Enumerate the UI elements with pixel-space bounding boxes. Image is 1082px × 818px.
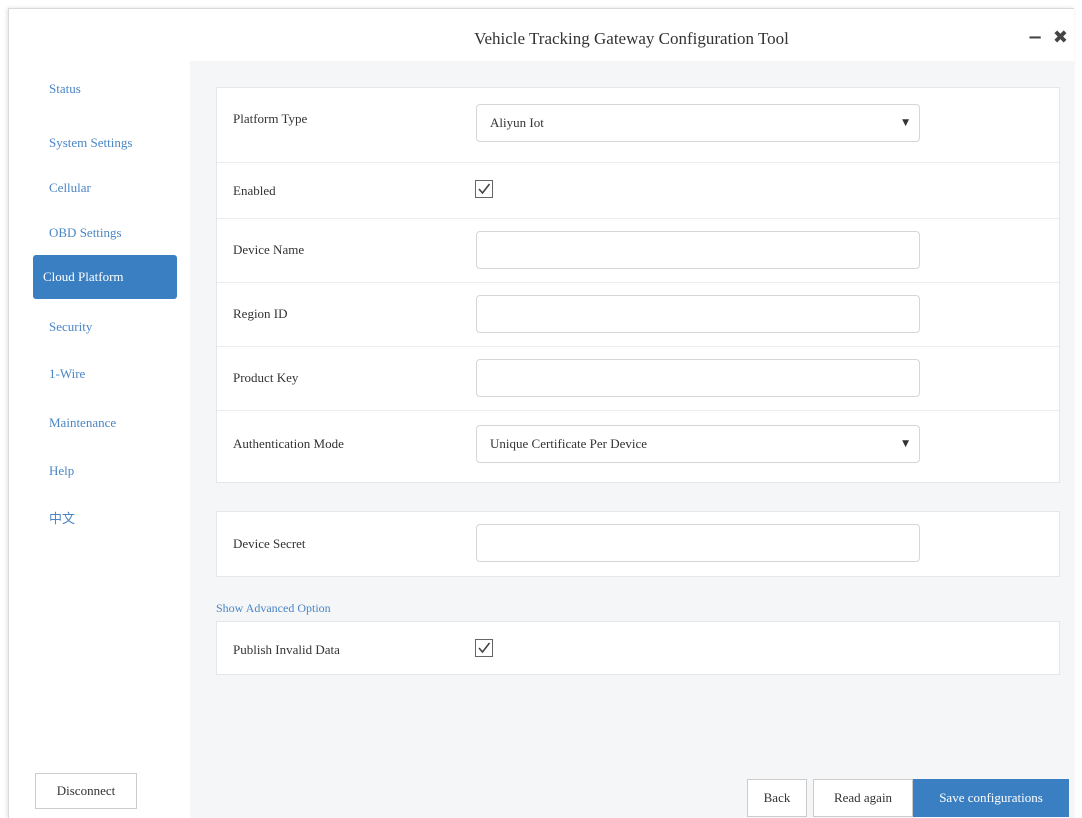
config-panel: Platform Type Aliyun Iot ▼ Enabled Devic… <box>216 87 1060 483</box>
window-title: Vehicle Tracking Gateway Configuration T… <box>474 29 789 48</box>
sidebar-item-language[interactable]: 中文 <box>33 497 177 541</box>
checkmark-icon <box>478 642 491 654</box>
product-key-row: Product Key <box>217 347 1059 411</box>
minimize-icon[interactable]: − <box>1028 27 1045 48</box>
window-controls: − ✖ <box>1028 27 1070 48</box>
auth-mode-label: Authentication Mode <box>233 436 344 451</box>
sidebar-item-1-wire[interactable]: 1-Wire <box>33 352 177 396</box>
product-key-label: Product Key <box>233 370 299 385</box>
platform-type-label: Platform Type <box>233 111 308 126</box>
device-secret-panel: Device Secret <box>216 511 1060 577</box>
title-bar[interactable]: Vehicle Tracking Gateway Configuration T… <box>9 9 1074 61</box>
checkmark-icon <box>478 183 491 195</box>
sidebar-item-cloud-platform[interactable]: Cloud Platform <box>33 255 177 299</box>
device-name-label: Device Name <box>233 242 305 257</box>
save-configurations-button[interactable]: Save configurations <box>913 779 1069 817</box>
enabled-label: Enabled <box>233 183 276 198</box>
region-id-row: Region ID <box>217 283 1059 347</box>
caret-down-icon: ▼ <box>902 439 909 449</box>
sidebar-item-maintenance[interactable]: Maintenance <box>33 401 177 445</box>
publish-invalid-label: Publish Invalid Data <box>233 642 340 657</box>
device-name-input[interactable] <box>476 231 920 269</box>
product-key-input[interactable] <box>476 359 920 397</box>
device-secret-label: Device Secret <box>233 536 306 551</box>
advanced-panel: Publish Invalid Data <box>216 621 1060 675</box>
sidebar-item-obd-settings[interactable]: OBD Settings <box>33 211 177 255</box>
show-advanced-option-link[interactable]: Show Advanced Option <box>216 601 331 616</box>
sidebar: Status System Settings Cellular OBD Sett… <box>9 61 189 818</box>
sidebar-item-status[interactable]: Status <box>33 67 177 111</box>
app-window: Vehicle Tracking Gateway Configuration T… <box>8 8 1074 818</box>
device-name-row: Device Name <box>217 219 1059 283</box>
device-secret-row: Device Secret <box>217 512 1059 576</box>
auth-mode-select[interactable]: Unique Certificate Per Device ▼ <box>476 425 920 463</box>
read-again-button[interactable]: Read again <box>813 779 913 817</box>
device-secret-input[interactable] <box>476 524 920 562</box>
platform-type-select[interactable]: Aliyun Iot ▼ <box>476 104 920 142</box>
caret-down-icon: ▼ <box>902 118 909 128</box>
back-button[interactable]: Back <box>747 779 807 817</box>
publish-invalid-checkbox[interactable] <box>475 639 493 657</box>
platform-type-row: Platform Type Aliyun Iot ▼ <box>217 88 1059 163</box>
sidebar-item-cellular[interactable]: Cellular <box>33 166 177 210</box>
publish-invalid-row: Publish Invalid Data <box>217 622 1059 674</box>
region-id-label: Region ID <box>233 306 288 321</box>
enabled-checkbox[interactable] <box>475 180 493 198</box>
disconnect-button[interactable]: Disconnect <box>35 773 137 809</box>
auth-mode-row: Authentication Mode Unique Certificate P… <box>217 411 1059 483</box>
main-content: Platform Type Aliyun Iot ▼ Enabled Devic… <box>190 61 1074 818</box>
platform-type-value: Aliyun Iot <box>490 115 544 130</box>
auth-mode-value: Unique Certificate Per Device <box>490 436 648 451</box>
close-icon[interactable]: ✖ <box>1053 27 1070 48</box>
sidebar-item-security[interactable]: Security <box>33 305 177 349</box>
region-id-input[interactable] <box>476 295 920 333</box>
enabled-row: Enabled <box>217 163 1059 219</box>
sidebar-item-help[interactable]: Help <box>33 449 177 493</box>
sidebar-item-system-settings[interactable]: System Settings <box>33 121 177 165</box>
